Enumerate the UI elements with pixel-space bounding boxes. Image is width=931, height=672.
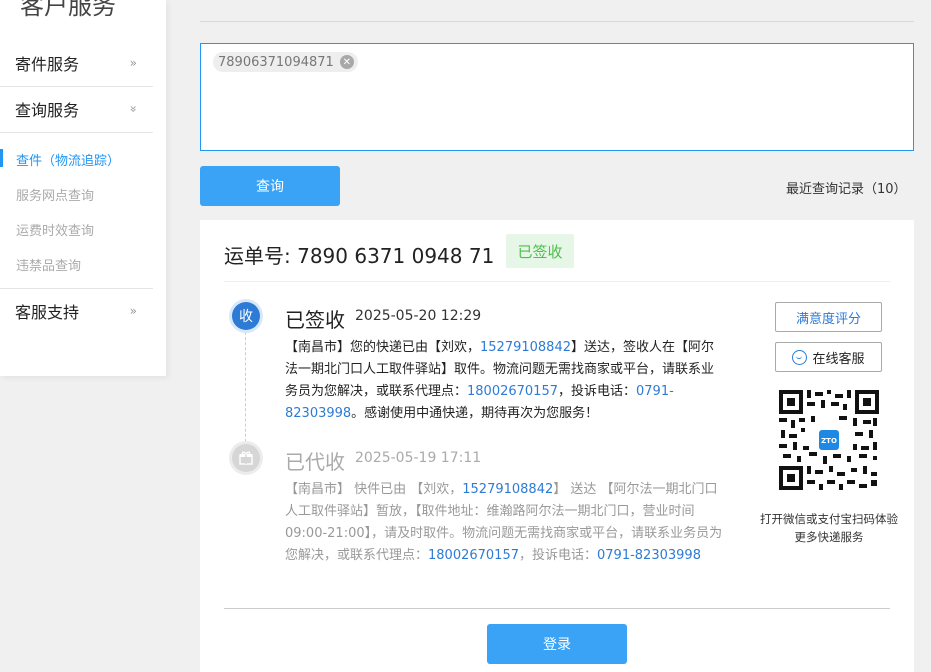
sidebar-title: 客户服务 [20,0,116,20]
waybill-number: 运单号: 7890 6371 0948 71 [224,244,495,268]
phone-link[interactable]: 18002670157 [428,548,519,563]
main-area: 78906371094871 ✕ 查询 最近查询记录（10） 运单号: 7890… [166,0,931,672]
sub-item-track[interactable]: 查件（物流追踪） [16,150,120,169]
phone-link[interactable]: 15279108842 [462,482,553,497]
tracking-number-tag[interactable]: 78906371094871 ✕ [213,52,358,72]
online-service-button[interactable]: 在线客服 [775,342,882,372]
qr-code: ZTO [777,388,881,492]
satisfaction-rating-button[interactable]: 满意度评分 [775,302,882,332]
event-status: 已签收 [285,308,345,332]
sub-item-outlet[interactable]: 服务网点查询 [16,185,94,204]
button-label: 在线客服 [812,351,865,367]
divider [224,281,890,282]
result-card: 运单号: 7890 6371 0948 71 已签收 收 已签收 2025-05… [200,220,914,672]
menu-label: 寄件服务 [15,55,80,74]
chevron-right-icon: » [129,56,137,70]
event-time: 2025-05-20 12:29 [355,308,482,324]
sub-item-prohibited[interactable]: 违禁品查询 [16,255,81,274]
menu-item-send[interactable]: 寄件服务 » [0,40,153,86]
event-status: 已代收 [285,450,345,474]
recent-queries-link[interactable]: 最近查询记录（10） [786,178,907,197]
received-icon: 收 [232,302,260,330]
menu-label: 查询服务 [15,101,80,120]
divider [200,21,914,22]
menu-item-query[interactable]: 查询服务 » [0,86,153,132]
chevron-down-icon: » [126,105,141,113]
query-button[interactable]: 查询 [200,166,340,206]
phone-link[interactable]: 15279108842 [480,340,571,355]
chevron-right-icon: » [129,304,137,318]
status-badge: 已签收 [506,234,574,268]
divider [224,608,890,609]
divider [0,132,153,133]
sub-item-freight[interactable]: 运费时效查询 [16,220,94,239]
sidebar: 客户服务 寄件服务 » 查询服务 » 查件（物流追踪） 服务网点查询 运费时效查… [0,0,166,376]
event-description: 【南昌市】 快件已由 【刘欢，15279108842】 送达 【阿尔法一期北门口… [285,482,723,563]
timeline-line [245,332,246,452]
tracking-number-input[interactable]: 78906371094871 ✕ [200,43,914,151]
menu-label: 客服支持 [15,303,80,322]
chat-icon [792,349,808,365]
qr-logo-text: ZTO [821,437,837,445]
active-indicator [0,149,3,167]
phone-link[interactable]: 0791-82303998 [597,548,701,563]
login-button[interactable]: 登录 [487,624,627,664]
gift-icon [232,444,260,472]
qr-caption: 打开微信或支付宝扫码体验更多快递服务 [760,512,898,544]
menu-item-support[interactable]: 客服支持 » [0,288,153,334]
close-icon[interactable]: ✕ [339,55,354,69]
phone-link[interactable]: 18002670157 [467,384,558,399]
event-description: 【南昌市】您的快递已由【刘欢，15279108842】送达，签收人在【阿尔法一期… [285,340,715,421]
tag-text: 78906371094871 [218,54,334,70]
event-time: 2025-05-19 17:11 [355,450,482,466]
